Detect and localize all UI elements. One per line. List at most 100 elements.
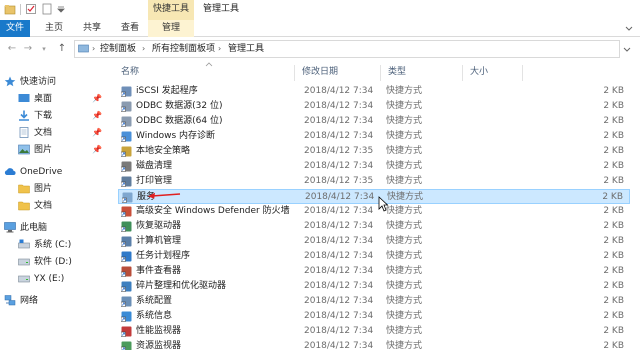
control-panel-icon xyxy=(78,44,89,53)
breadcrumb-all-items[interactable]: 所有控制面板项 xyxy=(152,41,215,57)
breadcrumb-separator[interactable]: › xyxy=(92,41,95,57)
customize-toolbar-icon[interactable] xyxy=(55,3,67,15)
tab-share[interactable]: 共享 xyxy=(76,20,108,37)
file-type: 快捷方式 xyxy=(386,326,423,336)
file-date: 2018/4/12 7:34 xyxy=(304,341,374,350)
column-header-name[interactable]: 名称 xyxy=(121,62,139,82)
file-name: 系统信息 xyxy=(136,311,173,321)
nav-label: 下载 xyxy=(34,111,53,121)
file-type: 快捷方式 xyxy=(386,161,423,171)
nav-documents[interactable]: 文档 📌 xyxy=(0,125,112,141)
file-row[interactable]: 碎片整理和优化驱动器 2018/4/12 7:34 快捷方式 2 KB xyxy=(118,279,630,294)
file-row[interactable]: 资源监视器 2018/4/12 7:34 快捷方式 2 KB xyxy=(118,339,630,350)
tab-home[interactable]: 主页 xyxy=(38,20,70,37)
file-type: 快捷方式 xyxy=(386,86,423,96)
shortcut-icon xyxy=(121,131,132,142)
file-size: 2 KB xyxy=(603,341,624,350)
tab-manage[interactable]: 管理 xyxy=(148,20,194,37)
file-type: 快捷方式 xyxy=(386,131,423,141)
file-type: 快捷方式 xyxy=(387,192,424,202)
nav-network[interactable]: 网络 xyxy=(0,293,112,309)
file-date: 2018/4/12 7:34 xyxy=(304,311,374,321)
file-row[interactable]: Windows 内存诊断 2018/4/12 7:34 快捷方式 2 KB xyxy=(118,129,630,144)
nav-drive-c[interactable]: 系统 (C:) xyxy=(0,237,112,253)
file-size: 2 KB xyxy=(603,311,624,321)
nav-downloads[interactable]: 下载 📌 xyxy=(0,108,112,124)
nav-drive-d[interactable]: 软件 (D:) xyxy=(0,254,112,270)
new-folder-quick-icon[interactable] xyxy=(41,3,53,15)
file-size: 2 KB xyxy=(603,281,624,291)
file-row[interactable]: 性能监视器 2018/4/12 7:34 快捷方式 2 KB xyxy=(118,324,630,339)
file-type: 快捷方式 xyxy=(386,341,423,350)
nav-pictures[interactable]: 图片 📌 xyxy=(0,142,112,158)
file-date: 2018/4/12 7:34 xyxy=(304,296,374,306)
file-row[interactable]: ODBC 数据源(64 位) 2018/4/12 7:34 快捷方式 2 KB xyxy=(118,114,630,129)
column-header-type[interactable]: 类型 xyxy=(388,62,406,82)
file-row[interactable]: 计算机管理 2018/4/12 7:34 快捷方式 2 KB xyxy=(118,234,630,249)
file-row[interactable]: 事件查看器 2018/4/12 7:34 快捷方式 2 KB xyxy=(118,264,630,279)
file-row[interactable]: 系统信息 2018/4/12 7:34 快捷方式 2 KB xyxy=(118,309,630,324)
recent-locations-icon[interactable]: ▾ xyxy=(38,42,50,56)
folder-icon xyxy=(18,184,30,194)
pin-icon[interactable]: 📌 xyxy=(92,142,102,158)
file-row[interactable]: 打印管理 2018/4/12 7:35 快捷方式 2 KB xyxy=(118,174,630,189)
column-header-date[interactable]: 修改日期 xyxy=(302,62,338,82)
file-name: ODBC 数据源(64 位) xyxy=(136,116,223,126)
file-row[interactable]: 恢复驱动器 2018/4/12 7:34 快捷方式 2 KB xyxy=(118,219,630,234)
nav-onedrive[interactable]: OneDrive xyxy=(0,164,112,180)
title-bar: 快捷工具 管理工具 xyxy=(0,0,640,20)
pin-icon[interactable]: 📌 xyxy=(92,108,102,124)
file-type: 快捷方式 xyxy=(386,251,423,261)
nav-onedrive-pictures[interactable]: 图片 xyxy=(0,181,112,197)
shortcut-icon xyxy=(121,86,132,97)
file-type: 快捷方式 xyxy=(386,206,423,216)
file-name: 高级安全 Windows Defender 防火墙 xyxy=(136,206,290,216)
up-arrow-icon[interactable]: ↑ xyxy=(56,42,68,56)
back-arrow-icon[interactable]: ← xyxy=(6,42,18,56)
file-row[interactable]: ODBC 数据源(32 位) 2018/4/12 7:34 快捷方式 2 KB xyxy=(118,99,630,114)
address-bar[interactable]: › 控制面板 › 所有控制面板项 › 管理工具 xyxy=(74,40,620,58)
file-name: 恢复驱动器 xyxy=(136,221,182,231)
breadcrumb-control-panel[interactable]: 控制面板 xyxy=(100,41,136,57)
column-divider[interactable] xyxy=(380,65,381,81)
column-divider[interactable] xyxy=(522,65,523,81)
file-row[interactable]: 任务计划程序 2018/4/12 7:34 快捷方式 2 KB xyxy=(118,249,630,264)
column-divider[interactable] xyxy=(462,65,463,81)
dropdown-arrow-icon[interactable] xyxy=(622,44,632,54)
chevron-down-icon[interactable] xyxy=(624,23,634,33)
file-row[interactable]: 系统配置 2018/4/12 7:34 快捷方式 2 KB xyxy=(118,294,630,309)
file-row[interactable]: 磁盘清理 2018/4/12 7:34 快捷方式 2 KB xyxy=(118,159,630,174)
file-row[interactable]: 高级安全 Windows Defender 防火墙 2018/4/12 7:34 快… xyxy=(118,204,630,219)
pin-icon[interactable]: 📌 xyxy=(92,91,102,107)
shortcut-icon xyxy=(121,116,132,127)
file-row[interactable]: 服务 2018/4/12 7:34 快捷方式 2 KB xyxy=(118,189,630,204)
file-type: 快捷方式 xyxy=(386,221,423,231)
file-size: 2 KB xyxy=(603,296,624,306)
shortcut-icon xyxy=(122,192,133,203)
breadcrumb-separator[interactable]: › xyxy=(142,41,145,57)
shortcut-icon xyxy=(121,266,132,277)
nav-this-pc[interactable]: 此电脑 xyxy=(0,220,112,236)
file-date: 2018/4/12 7:35 xyxy=(304,146,374,156)
nav-onedrive-documents[interactable]: 文档 xyxy=(0,198,112,214)
nav-label: 此电脑 xyxy=(20,223,48,233)
pin-icon[interactable]: 📌 xyxy=(92,125,102,141)
tab-view[interactable]: 查看 xyxy=(114,20,146,37)
file-size: 2 KB xyxy=(603,221,624,231)
nav-drive-e[interactable]: YX (E:) xyxy=(0,271,112,287)
nav-desktop[interactable]: 桌面 📌 xyxy=(0,91,112,107)
breadcrumb-admin-tools[interactable]: 管理工具 xyxy=(228,41,264,57)
tab-file[interactable]: 文件 xyxy=(0,20,30,37)
file-row[interactable]: 本地安全策略 2018/4/12 7:35 快捷方式 2 KB xyxy=(118,144,630,159)
mouse-cursor-icon xyxy=(378,196,388,212)
forward-arrow-icon[interactable]: → xyxy=(22,42,34,56)
window-title: 管理工具 xyxy=(203,4,240,14)
breadcrumb-separator[interactable]: › xyxy=(218,41,221,57)
nav-quick-access[interactable]: 快速访问 xyxy=(0,74,112,90)
file-name: 任务计划程序 xyxy=(136,251,191,261)
file-row[interactable]: iSCSI 发起程序 2018/4/12 7:34 快捷方式 2 KB xyxy=(118,84,630,99)
network-icon xyxy=(4,295,16,306)
column-divider[interactable] xyxy=(294,65,295,81)
column-header-size[interactable]: 大小 xyxy=(470,62,488,82)
properties-quick-icon[interactable] xyxy=(25,3,37,15)
